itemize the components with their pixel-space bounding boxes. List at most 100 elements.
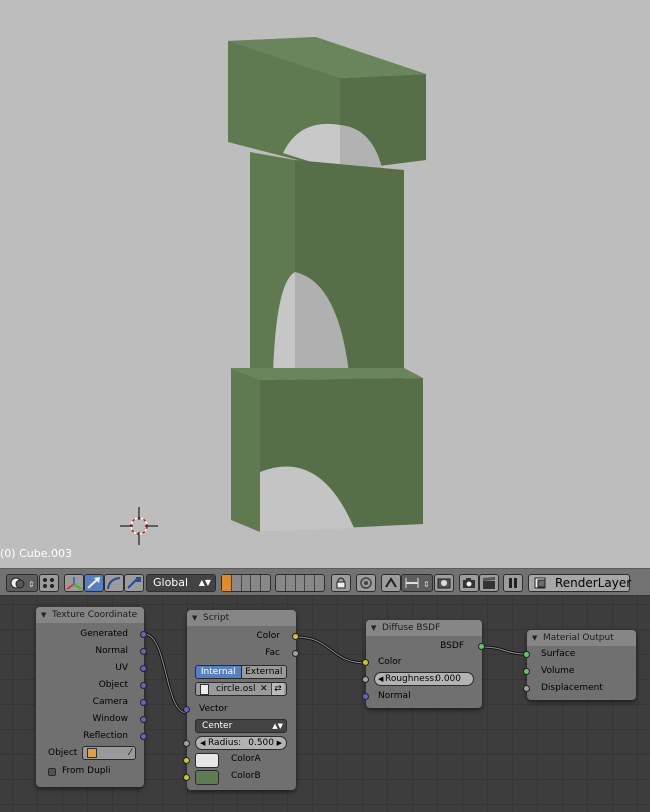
socket-normal-out[interactable] — [140, 648, 147, 655]
snap-element-select[interactable]: ⇕ — [401, 574, 433, 592]
increment-arrow-icon[interactable]: ▶ — [277, 737, 282, 749]
color-a-label: ColorA — [231, 754, 261, 764]
socket-surface-in[interactable] — [523, 651, 530, 658]
collapse-triangle-icon[interactable]: ▼ — [532, 630, 537, 646]
from-dupli-checkbox[interactable] — [48, 768, 56, 776]
socket-window-out[interactable] — [140, 716, 147, 723]
center-dropdown-value: Center — [202, 721, 233, 731]
diffuse-bsdf-title: Diffuse BSDF — [382, 623, 441, 633]
updown-arrow-icon: ▲▼ — [198, 578, 211, 587]
text-file-icon — [200, 684, 209, 695]
socket-color-a-in[interactable] — [183, 757, 190, 764]
color-b-swatch[interactable] — [195, 770, 219, 785]
output-window-label: Window — [92, 714, 129, 724]
rotate-button[interactable] — [104, 574, 124, 592]
script-file-field[interactable]: circle.osl ✕ ⇄ — [195, 682, 287, 696]
updown-arrow-icon: ▲▼ — [272, 722, 283, 730]
socket-roughness-in[interactable] — [362, 676, 369, 683]
socket-fac-out[interactable] — [292, 650, 299, 657]
output-reflection-label: Reflection — [83, 731, 128, 741]
script-node[interactable]: ▼ Script Color Fac Internal External cir… — [183, 610, 299, 790]
render-button[interactable] — [459, 574, 479, 592]
socket-color-in[interactable] — [362, 659, 369, 666]
pivot-icon — [43, 578, 54, 588]
socket-uv-out[interactable] — [140, 665, 147, 672]
socket-object-out[interactable] — [140, 682, 147, 689]
collapse-triangle-icon[interactable]: ▼ — [192, 610, 197, 626]
scale-button[interactable] — [124, 574, 144, 592]
collapse-triangle-icon[interactable]: ▼ — [371, 620, 376, 636]
layers-grid-a[interactable] — [221, 574, 271, 592]
object-field[interactable]: ⁄ — [82, 746, 136, 760]
script-header[interactable]: ▼ Script — [187, 610, 296, 626]
pivot-button[interactable] — [39, 574, 59, 592]
render-snapshot-button[interactable] — [434, 574, 454, 592]
3d-cursor-icon[interactable] — [120, 507, 158, 545]
output-fac-label: Fac — [265, 648, 280, 658]
socket-generated-out[interactable] — [140, 631, 147, 638]
layers-icon — [222, 575, 232, 591]
decrement-arrow-icon[interactable]: ◀ — [200, 737, 205, 749]
snap-toggle[interactable] — [381, 574, 401, 592]
color-a-swatch[interactable] — [195, 753, 219, 768]
render-layer-icon — [534, 577, 546, 589]
decrement-arrow-icon[interactable]: ◀ — [378, 673, 383, 685]
socket-reflection-out[interactable] — [140, 733, 147, 740]
output-uv-label: UV — [115, 663, 128, 673]
material-output-title: Material Output — [543, 633, 614, 643]
reload-icon[interactable]: ⇄ — [271, 683, 284, 695]
mode-internal-button[interactable]: Internal — [196, 666, 241, 678]
translate-button[interactable] — [84, 574, 104, 592]
orientation-select[interactable]: Global ▲▼ — [146, 574, 216, 592]
viewport-shading-button[interactable]: ⇕ — [6, 574, 38, 592]
lock-layers-button[interactable] — [331, 574, 351, 592]
radius-label: Radius: — [208, 738, 242, 748]
layers-grid-b[interactable] — [275, 574, 325, 592]
socket-normal-in[interactable] — [362, 693, 369, 700]
texture-coordinate-header[interactable]: ▼ Texture Coordinate — [36, 607, 144, 623]
socket-color-b-in[interactable] — [183, 774, 190, 781]
socket-radius-in[interactable] — [183, 740, 190, 747]
onion-icon — [360, 577, 372, 589]
output-bsdf-label: BSDF — [440, 641, 464, 651]
output-object-label: Object — [98, 680, 128, 690]
clear-x-icon[interactable]: ✕ — [260, 683, 268, 695]
diffuse-bsdf-header[interactable]: ▼ Diffuse BSDF — [366, 620, 482, 636]
node-editor[interactable]: ▼ Texture Coordinate Generated Normal UV… — [0, 596, 650, 812]
socket-camera-out[interactable] — [140, 699, 147, 706]
collapse-triangle-icon[interactable]: ▼ — [41, 607, 46, 623]
manipulator-icon — [66, 577, 82, 590]
bottom-block-top — [231, 368, 423, 380]
3d-viewport[interactable]: (0) Cube.003 — [0, 0, 650, 568]
snap-icon — [385, 577, 397, 588]
onion-button[interactable] — [356, 574, 376, 592]
orientation-value: Global — [153, 576, 189, 589]
mode-external-button[interactable]: External — [240, 666, 286, 678]
eyedropper-icon[interactable]: ⁄ — [129, 747, 131, 759]
diffuse-bsdf-node[interactable]: ▼ Diffuse BSDF BSDF Color ◀ Roughness: 0… — [362, 620, 485, 708]
bottom-block-front — [231, 368, 260, 532]
viewport-shading-icon: ⇕ — [10, 577, 35, 589]
manipulator-toggle[interactable] — [64, 574, 84, 592]
animation-render-button[interactable] — [479, 574, 499, 592]
socket-vector-in[interactable] — [183, 706, 190, 713]
socket-bsdf-out[interactable] — [478, 643, 485, 650]
material-output-header[interactable]: ▼ Material Output — [527, 630, 636, 646]
socket-volume-in[interactable] — [523, 668, 530, 675]
pause-button[interactable] — [503, 574, 523, 592]
object-field-label: Object — [48, 748, 78, 758]
roughness-field[interactable]: ◀ Roughness: 0.000 — [374, 672, 474, 686]
svg-text:⇕: ⇕ — [28, 580, 35, 589]
object-name-label: (0) Cube.003 — [0, 547, 72, 560]
viewport-header: ⇕ Global ▲▼ ⇕ RenderLayer — [0, 568, 650, 596]
material-output-node[interactable]: ▼ Material Output Surface Volume Displac… — [523, 630, 636, 700]
cube-icon — [87, 748, 97, 758]
translate-icon — [87, 577, 100, 589]
socket-displacement-in[interactable] — [523, 685, 530, 692]
radius-field[interactable]: ◀ Radius: 0.500 ▶ — [195, 736, 287, 750]
texture-coordinate-node[interactable]: ▼ Texture Coordinate Generated Normal UV… — [36, 607, 147, 787]
lock-icon — [336, 577, 346, 589]
render-layer-select[interactable]: RenderLayer — [528, 574, 631, 592]
socket-color-out[interactable] — [292, 633, 299, 640]
center-dropdown[interactable]: Center ▲▼ — [195, 719, 287, 733]
